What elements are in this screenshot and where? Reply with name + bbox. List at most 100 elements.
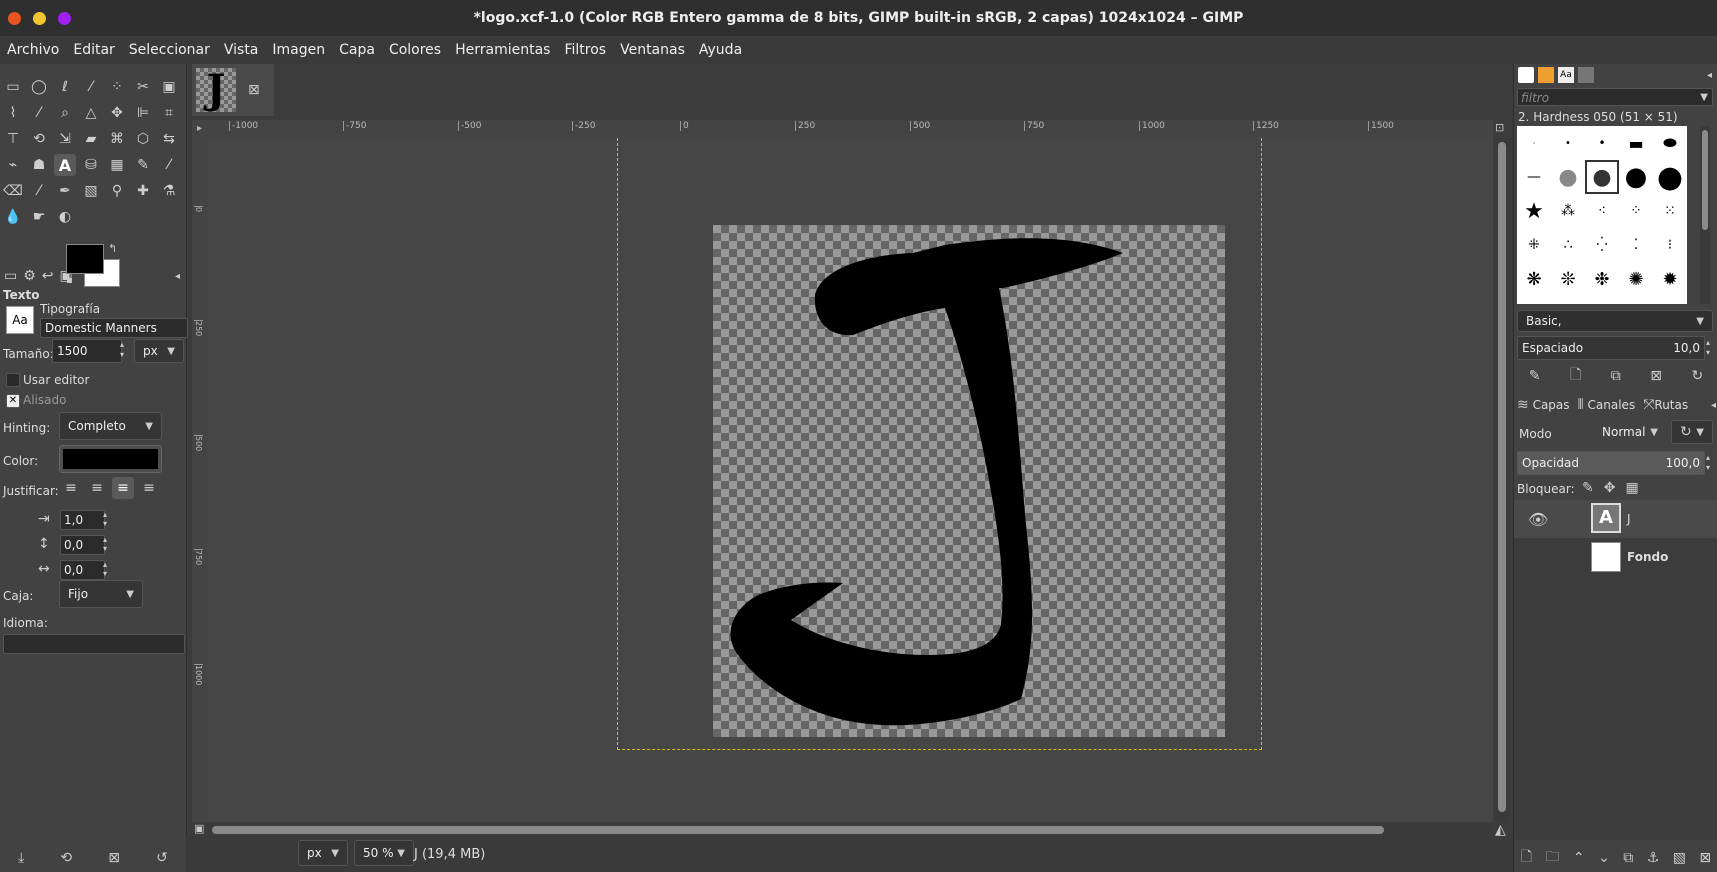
use-editor-checkbox[interactable]: [6, 373, 20, 387]
configure-tab-icon[interactable]: ◂: [1707, 70, 1712, 81]
duplicate-brush-icon[interactable]: ⧉: [1611, 368, 1621, 384]
justify-center-icon[interactable]: ≡: [112, 477, 134, 499]
airbrush-tool-icon[interactable]: ⁄: [28, 180, 50, 202]
device-status-tab-icon[interactable]: ⚙: [23, 268, 36, 284]
brush-item[interactable]: ❉: [1585, 262, 1619, 296]
brush-item[interactable]: ⬬: [1653, 126, 1687, 160]
text-tool-icon[interactable]: A: [54, 154, 76, 176]
size-stepper[interactable]: ▴ ▾: [120, 340, 124, 360]
brush-item[interactable]: ●: [1551, 160, 1585, 194]
fuzzy-select-tool-icon[interactable]: ⁄: [80, 76, 102, 98]
brush-item[interactable]: •: [1585, 126, 1619, 160]
menu-vista[interactable]: Vista: [217, 36, 266, 64]
letter-spacing-stepper[interactable]: ▴ ▾: [103, 560, 107, 578]
brush-grid[interactable]: · • • ▬ ⬬ — ● ● ● ● ★ ⁂ ⁖ ⁘ ⁙ ⁜ ∴ ⁛ ⁚ ⁝ …: [1517, 126, 1687, 304]
tab-rutas[interactable]: ⤧Rutas: [1643, 397, 1688, 413]
horizontal-ruler[interactable]: -1000 -750 -500 -250 0 250 500 750 1000 1250 1500: [207, 120, 1493, 139]
paths-tool-icon[interactable]: ⌇: [2, 102, 24, 124]
brush-filter-input[interactable]: filtro ▼: [1517, 88, 1713, 106]
ruler-corner[interactable]: ▸: [192, 120, 207, 138]
brush-tag-select[interactable]: Basic, ▼: [1517, 310, 1713, 332]
brush-item[interactable]: ★: [1517, 194, 1551, 228]
font-preview-icon[interactable]: Aa: [6, 306, 34, 334]
quick-mask-icon[interactable]: ▣: [194, 822, 204, 835]
mypaint-brush-tool-icon[interactable]: ▧: [80, 180, 102, 202]
brush-item[interactable]: —: [1517, 160, 1551, 194]
unit-select[interactable]: px ▼: [298, 840, 348, 866]
mode-select[interactable]: Normal ▼: [1594, 420, 1666, 444]
menu-seleccionar[interactable]: Seleccionar: [122, 36, 217, 64]
lasso-tool-icon[interactable]: ℓ: [54, 76, 76, 98]
vertical-scroll-thumb[interactable]: [1498, 142, 1506, 812]
dodge-burn-tool-icon[interactable]: ◐: [54, 206, 76, 228]
smudge-bucket-tool-icon[interactable]: ☗: [28, 154, 50, 176]
horizontal-scrollbar[interactable]: [207, 824, 1493, 836]
menu-filtros[interactable]: Filtros: [557, 36, 613, 64]
box-select[interactable]: Fijo ▼: [59, 580, 143, 608]
align-tool-icon[interactable]: ⊫: [132, 102, 154, 124]
justify-right-icon[interactable]: ≡: [86, 477, 108, 499]
opacity-stepper[interactable]: ▴ ▾: [1706, 453, 1710, 473]
swap-colors-icon[interactable]: ↰: [108, 242, 117, 255]
layer-row[interactable]: Fondo: [1514, 538, 1717, 576]
eye-icon[interactable]: 👁: [1528, 510, 1548, 529]
size-input[interactable]: 1500: [52, 339, 122, 363]
horizontal-scroll-thumb[interactable]: [212, 826, 1384, 834]
lock-alpha-icon[interactable]: ▦: [1625, 480, 1638, 496]
foreground-select-tool-icon[interactable]: ▣: [158, 76, 180, 98]
vertical-scrollbar[interactable]: [1495, 138, 1509, 822]
tab-canales[interactable]: ⦀ Canales: [1578, 397, 1636, 413]
opacity-slider[interactable]: Opacidad 100,0: [1517, 451, 1705, 475]
ellipse-select-tool-icon[interactable]: ◯: [28, 76, 50, 98]
new-brush-icon[interactable]: 🗋: [1570, 364, 1581, 388]
pencil-tool-icon[interactable]: ✎: [132, 154, 154, 176]
rect-select-tool-icon[interactable]: ▭: [2, 76, 24, 98]
tool-options-tab-icon[interactable]: ▭: [4, 268, 17, 284]
menu-archivo[interactable]: Archivo: [0, 36, 66, 64]
brush-item[interactable]: ⁙: [1653, 194, 1687, 228]
justify-fill-icon[interactable]: ≡: [138, 477, 160, 499]
zoom-select[interactable]: 50 % ▼: [354, 840, 414, 866]
indent-input[interactable]: 1,0: [60, 510, 105, 530]
brush-item[interactable]: ⁚: [1619, 228, 1653, 262]
configure-tab-icon[interactable]: ◂: [175, 271, 180, 282]
smudge-tool-icon[interactable]: ☛: [28, 206, 50, 228]
minimize-window-button[interactable]: [33, 12, 46, 25]
justify-left-icon[interactable]: ≡: [60, 477, 82, 499]
brush-item[interactable]: ·: [1517, 126, 1551, 160]
restore-options-icon[interactable]: ⟲: [60, 850, 72, 866]
perspective-clone-tool-icon[interactable]: ⚗: [158, 180, 180, 202]
line-spacing-input[interactable]: 0,0: [60, 535, 105, 555]
refresh-brushes-icon[interactable]: ↻: [1691, 368, 1703, 384]
crop-tool-icon[interactable]: ⌗: [158, 102, 180, 124]
edit-brush-icon[interactable]: ✎: [1529, 368, 1541, 384]
brush-item[interactable]: ⁛: [1585, 228, 1619, 262]
fonts-tab-icon[interactable]: Aa: [1558, 67, 1574, 83]
brush-item[interactable]: ⁖: [1585, 194, 1619, 228]
line-spacing-stepper[interactable]: ▴ ▾: [103, 535, 107, 553]
delete-options-icon[interactable]: ⊠: [108, 850, 120, 866]
warp-tool-icon[interactable]: ⌘: [106, 128, 128, 150]
undo-history-tab-icon[interactable]: ↩: [42, 268, 54, 284]
brushes-tab-icon[interactable]: [1518, 67, 1534, 83]
save-options-icon[interactable]: ⤓: [18, 850, 24, 866]
vertical-ruler[interactable]: 0 250 500 750 1000: [192, 138, 208, 822]
brush-item[interactable]: ✺: [1619, 262, 1653, 296]
duplicate-layer-icon[interactable]: ⧉: [1623, 850, 1633, 866]
foreground-color-swatch[interactable]: [66, 244, 104, 274]
brush-item[interactable]: ●: [1653, 160, 1687, 195]
menu-herramientas[interactable]: Herramientas: [448, 36, 557, 64]
blur-tool-icon[interactable]: 💧: [2, 206, 24, 228]
scissors-tool-icon[interactable]: ✂: [132, 76, 154, 98]
text-color-button[interactable]: [59, 445, 162, 473]
perspective-tool-icon[interactable]: ⬡: [132, 128, 154, 150]
brush-item[interactable]: ⁂: [1551, 194, 1585, 228]
lock-pixels-icon[interactable]: ✎: [1582, 480, 1594, 496]
font-input[interactable]: Domestic Manners: [40, 318, 188, 338]
delete-layer-icon[interactable]: ⊠: [1699, 850, 1711, 866]
brush-item[interactable]: ∴: [1551, 228, 1585, 262]
zoom-fit-icon[interactable]: ⊡: [1495, 121, 1504, 134]
brush-item[interactable]: ⁘: [1619, 194, 1653, 228]
letter-spacing-input[interactable]: 0,0: [60, 560, 105, 580]
brush-item[interactable]: ⁜: [1517, 228, 1551, 262]
